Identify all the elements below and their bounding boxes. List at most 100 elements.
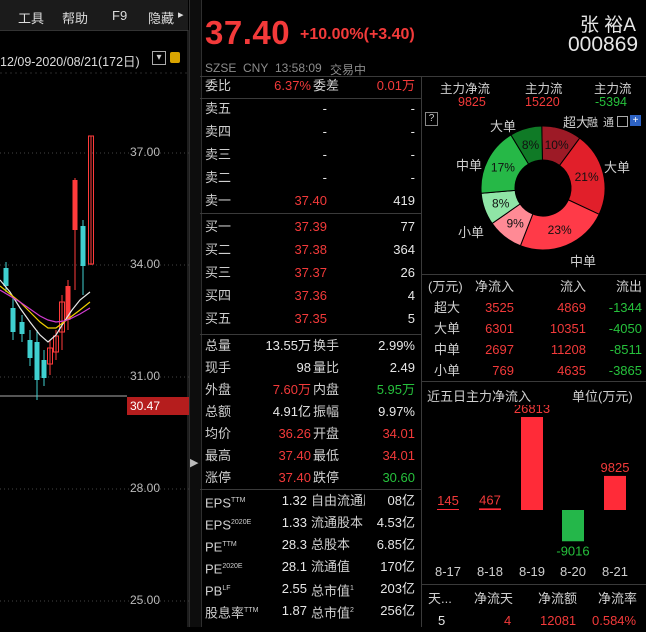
stat-value: 37.40: [278, 448, 311, 463]
crosshair-value: 30.47: [127, 397, 191, 415]
five-day-value-label: 467: [479, 492, 501, 507]
ratio-value: 6.37%: [274, 78, 311, 93]
stat-value: 4.91亿: [272, 404, 311, 419]
donut-slice-label: 17%: [491, 161, 515, 175]
finance-value: 28.1: [281, 559, 307, 574]
stat-label: 外盘: [205, 382, 232, 397]
bid-price: 37.38: [294, 242, 327, 257]
finance-value: 08亿: [365, 490, 415, 512]
bid-label: 买一: [205, 219, 232, 234]
expand-arrow-icon[interactable]: ▶: [190, 456, 198, 469]
flow-table-row: 小单 769 4635 -3865: [0, 360, 646, 382]
ask-volume: -: [410, 124, 415, 139]
stat-value: 7.60万: [272, 382, 311, 397]
ask-volume: -: [410, 101, 415, 116]
bottom-cell: 0.584%: [592, 613, 637, 628]
ask-row: 卖二 - -: [205, 167, 417, 189]
ask-label: 卖四: [205, 124, 232, 139]
finance-label: PE2020E: [205, 556, 243, 580]
finance-row: PE2020E 28.1 流通值 170亿: [205, 556, 417, 578]
ask-price: -: [322, 124, 327, 139]
finance-label-text: 总股本: [311, 537, 351, 552]
ask-label: 卖一: [205, 193, 232, 208]
ask-label: 卖二: [205, 170, 232, 185]
flow-header: 净流入: [474, 279, 514, 294]
finance-label: PETTM: [205, 534, 237, 558]
stat-label: 内盘: [313, 382, 340, 397]
bottom-header: 净流额: [538, 591, 578, 606]
bid-volume: 77: [400, 219, 415, 234]
finance-value: 1.32: [281, 493, 307, 508]
ask-volume: 419: [393, 193, 415, 208]
five-day-date-label: 8-21: [602, 564, 628, 579]
flow-row-label: 大单: [434, 321, 461, 336]
five-day-value-label: -9016: [556, 543, 589, 558]
finance-label-text: EPS: [205, 495, 232, 511]
ratio-row: 委比 6.37% 委差 0.01万: [205, 75, 417, 97]
help-icon[interactable]: ?: [425, 112, 438, 126]
finance-value: 28.3: [281, 537, 307, 552]
stat-label: 最高: [205, 448, 232, 463]
bid-price: 37.39: [294, 219, 327, 234]
flow-net: 3525: [485, 300, 514, 315]
finance-value: 4.53亿: [365, 512, 415, 534]
flow-header: 流入: [559, 279, 586, 294]
ask-row: 卖五 - -: [205, 98, 417, 120]
finance-label: 总股本: [311, 534, 350, 556]
price-change: +10.00%(+3.40): [300, 26, 415, 43]
stat-row: 外盘 7.60万 内盘 5.95万: [205, 379, 417, 401]
stat-label: 均价: [205, 426, 232, 441]
donut-slice-label: 23%: [548, 223, 572, 237]
stat-label: 总额: [205, 404, 232, 419]
donut-label-mid-left: 中单: [456, 158, 483, 173]
five-day-value-label: 9825: [601, 460, 630, 475]
flow-in: 10351: [549, 321, 586, 336]
flow-row-label: 小单: [434, 363, 461, 378]
ask-price: -: [322, 170, 327, 185]
stat-label: 跌停: [313, 470, 340, 485]
finance-label-text: 流通股本: [311, 515, 364, 530]
triangle-right-icon[interactable]: ▸: [178, 8, 184, 21]
finance-label-text: 流通值: [311, 559, 351, 574]
stat-row: 涨停 37.40 跌停 30.60: [205, 467, 417, 489]
five-day-bar: [604, 475, 626, 510]
five-day-date-label: 8-18: [477, 564, 503, 579]
flow-in: 4869: [557, 300, 586, 315]
diff-label: 委差: [313, 78, 340, 93]
help-menu[interactable]: 帮助: [62, 8, 88, 27]
flow-table-row: 中单 2697 11208 -8511: [0, 339, 646, 361]
f9-button[interactable]: F9: [112, 8, 127, 23]
bottom-header: 净流率: [598, 591, 638, 606]
y-tick-28: 28.00: [130, 481, 161, 495]
y-tick-37: 37.00: [130, 145, 161, 159]
ask-price: -: [322, 147, 327, 162]
hide-button[interactable]: 隐藏: [148, 8, 174, 27]
five-day-date-label: 8-20: [560, 564, 586, 579]
flow-net: 2697: [485, 342, 514, 357]
ask-row: 卖一 37.40 419: [205, 190, 417, 212]
time-label: 13:58:09: [275, 61, 322, 75]
five-day-date-label: 8-17: [435, 564, 461, 579]
flow-in: 11208: [550, 342, 586, 357]
flow-out: -1344: [608, 300, 642, 315]
ask-price: -: [322, 101, 327, 116]
flow-table-header: (万元) 净流入 流入 流出: [0, 276, 646, 298]
stat-row: 总额 4.91亿 振幅 9.97%: [205, 401, 417, 423]
mainflow-out-value: -5394: [595, 95, 627, 109]
tools-menu[interactable]: 工具: [18, 8, 44, 27]
donut-slice-label: 21%: [575, 170, 599, 184]
finance-label-sup: TTM: [231, 497, 246, 504]
donut-label-super: 超大: [563, 115, 590, 130]
donut-slice-label: 8%: [522, 138, 540, 152]
flow-net: 6301: [485, 321, 514, 336]
finance-label-text: PE: [205, 539, 223, 555]
stat-value: 34.01: [382, 426, 415, 441]
flow-header: 流出: [615, 279, 642, 294]
bid-label: 买二: [205, 242, 232, 257]
current-price: 37.40: [205, 14, 291, 51]
finance-label: 流通值: [311, 556, 350, 578]
add-icon[interactable]: +: [630, 115, 641, 126]
finance-label-sup: TTM: [222, 541, 237, 548]
finance-label-text: PE: [205, 561, 223, 577]
five-day-date-label: 8-19: [519, 564, 545, 579]
